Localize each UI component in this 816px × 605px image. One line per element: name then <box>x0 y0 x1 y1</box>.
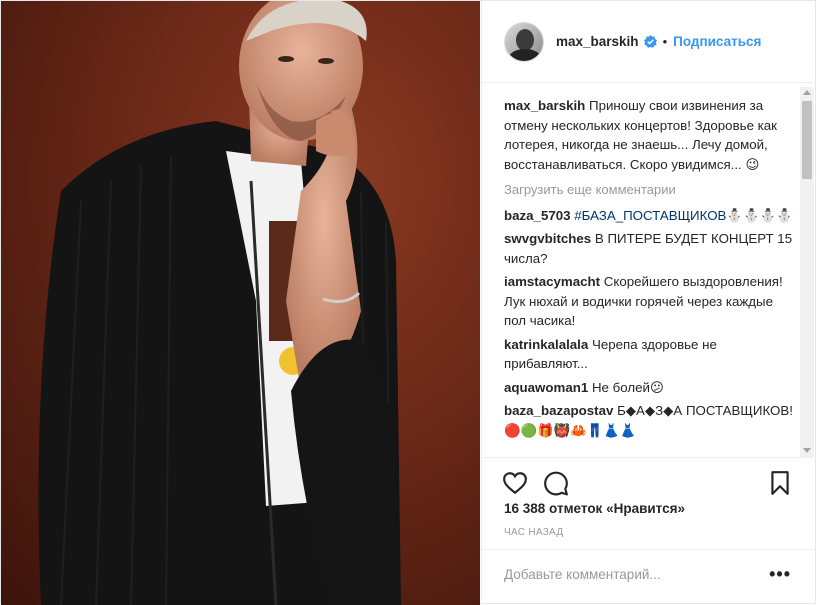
post-header: max_barskih • Подписаться <box>482 1 816 83</box>
add-comment-bar: Добавьте комментарий... ••• <box>482 549 816 604</box>
verified-icon <box>643 35 657 48</box>
post-photo[interactable] <box>1 1 480 605</box>
comment-username[interactable]: baza_bazapostav <box>504 403 613 418</box>
comments-list: max_barskih Приношу свои извинения за от… <box>504 96 794 456</box>
action-bar <box>482 457 816 505</box>
load-more-comments-link[interactable]: Загрузить еще комментарии <box>504 180 794 200</box>
comment-item: aquawoman1 Не болей😕 <box>504 378 794 398</box>
comment-item: iamstacymacht Скорейшего выздоровления! … <box>504 272 794 331</box>
comment-username[interactable]: baza_5703 <box>504 208 571 223</box>
caption-username[interactable]: max_barskih <box>504 98 585 113</box>
comment-text[interactable]: #БАЗА_ПОСТАВЩИКОВ⛄⛄⛄⛄ <box>574 208 792 223</box>
more-icon[interactable]: ••• <box>769 564 791 585</box>
avatar[interactable] <box>504 21 544 62</box>
comment-username[interactable]: iamstacymacht <box>504 274 600 289</box>
comment-item: katrinkalalala Черепа здоровье не прибав… <box>504 335 794 374</box>
scrollbar-thumb[interactable] <box>802 101 812 179</box>
post-side-panel: max_barskih • Подписаться max_barskih Пр… <box>481 1 816 604</box>
post-modal: max_barskih • Подписаться max_barskih Пр… <box>0 0 816 605</box>
separator-dot: • <box>662 34 668 49</box>
comment-item: baza_5703 #БАЗА_ПОСТАВЩИКОВ⛄⛄⛄⛄ <box>504 206 794 226</box>
post-timestamp[interactable]: ЧАС НАЗАД <box>504 527 563 538</box>
follow-button[interactable]: Подписаться <box>673 34 761 49</box>
scroll-down-arrow-icon[interactable] <box>803 448 811 453</box>
heart-icon[interactable] <box>502 470 528 496</box>
comment-username[interactable]: katrinkalalala <box>504 337 588 352</box>
scroll-up-arrow-icon[interactable] <box>803 90 811 95</box>
comments-scrollbar[interactable] <box>800 87 814 457</box>
comment-username[interactable]: aquawoman1 <box>504 380 588 395</box>
comment-text: Не болей😕 <box>591 379 664 395</box>
comment-icon[interactable] <box>543 470 569 496</box>
bookmark-icon[interactable] <box>767 470 793 496</box>
add-comment-input[interactable]: Добавьте комментарий... <box>504 567 661 582</box>
photo-illustration <box>38 1 401 605</box>
likes-count[interactable]: 16 388 отметок «Нравится» <box>504 501 685 516</box>
caption: max_barskih Приношу свои извинения за от… <box>504 96 794 174</box>
comment-item: baza_bazapostav Б◆А◆З◆А ПОСТАВЩИКОВ! 🔴🟢🎁… <box>504 401 794 440</box>
header-username[interactable]: max_barskih <box>556 34 639 49</box>
comment-username[interactable]: swvgvbitches <box>504 231 591 246</box>
comment-item: swvgvbitches В ПИТЕРЕ БУДЕТ КОНЦЕРТ 15 ч… <box>504 229 794 268</box>
